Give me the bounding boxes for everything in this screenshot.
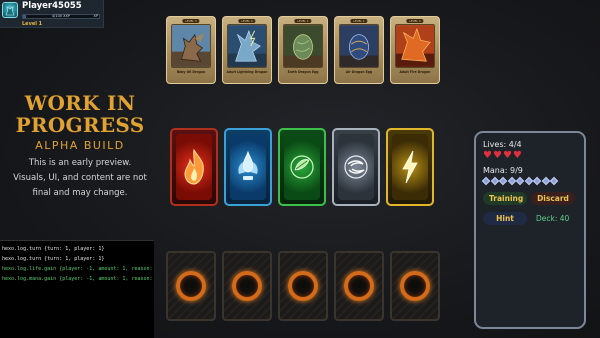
wip-notice: WORK IN PROGRESS ALPHA BUILD This is an …	[10, 92, 150, 201]
element-card-water[interactable]	[224, 128, 272, 206]
water-icon	[238, 150, 258, 180]
empty-card-slot[interactable]	[390, 251, 440, 321]
hand-card[interactable]: LEVEL 1 Air Dragon Egg	[334, 16, 384, 84]
log-line: hexo.log.turn {turn: 1, player: 1}	[2, 246, 105, 252]
player-name: Player45055	[22, 1, 82, 11]
empty-card-slot[interactable]	[334, 251, 384, 321]
mana-gem-icon	[549, 176, 559, 186]
heart-icon: ♥	[512, 150, 522, 161]
game-log: hexo.log.turn {turn: 1, player: 1} hexo.…	[0, 240, 154, 338]
empty-card-slot[interactable]	[166, 251, 216, 321]
mana-gem-icon	[541, 176, 550, 186]
mana-gem-icon	[481, 176, 491, 186]
element-card-lightning[interactable]	[386, 128, 434, 206]
card-level-badge: LEVEL 4	[406, 19, 424, 23]
wip-desc-line1: This is an early preview.	[28, 158, 132, 168]
mana-label: Mana: 9/9	[483, 166, 523, 175]
discard-button[interactable]: Discard	[531, 192, 575, 205]
slot-ring-icon	[288, 271, 318, 301]
lives-hearts: ♥ ♥ ♥ ♥	[483, 151, 577, 161]
element-card-nature[interactable]	[278, 128, 326, 206]
wip-desc-line3: final and may change.	[32, 188, 128, 198]
card-name: Adult Fire Dragon	[399, 70, 431, 74]
card-name: Adult Lightning Dragon	[226, 70, 268, 74]
card-level-badge: LEVEL 3	[182, 19, 200, 23]
empty-card-slot[interactable]	[222, 251, 272, 321]
dragon-art	[171, 24, 211, 68]
log-line: hexo.log.turn {turn: 1, player: 1}	[2, 256, 105, 262]
heart-icon: ♥	[483, 150, 492, 161]
egg-art	[283, 24, 323, 68]
slot-ring-icon	[344, 271, 374, 301]
hint-button[interactable]: Hint	[483, 212, 527, 225]
wip-subtitle: ALPHA BUILD	[35, 139, 125, 152]
card-level-badge: LEVEL 1	[294, 19, 312, 23]
log-line: hexo.log.mana.gain {player: -1, amount: …	[2, 276, 154, 282]
player-avatar[interactable]	[2, 2, 18, 18]
heart-icon: ♥	[492, 150, 502, 161]
card-name: Earth Dragon Egg	[287, 70, 319, 74]
player-panel: Player45055 4/100 XXP XP Level 1	[0, 0, 104, 28]
dragon-avatar-icon	[5, 6, 15, 16]
card-level-badge: LEVEL 4	[238, 19, 256, 23]
log-line: hexo.log.life.gain {player: -1, amount: …	[2, 266, 154, 272]
mana-gem-icon	[532, 176, 542, 186]
lightning-icon	[402, 150, 418, 184]
status-panel: Lives: 4/4 ♥ ♥ ♥ ♥ Mana: 9/9 Training Disca…	[474, 131, 586, 329]
hand-card[interactable]: LEVEL 4 Adult Lightning Dragon	[222, 16, 272, 84]
air-icon	[344, 155, 368, 179]
mana-gem-icon	[524, 176, 533, 186]
deck-count: Deck: 40	[536, 214, 570, 223]
mana-gem-icon	[490, 176, 499, 186]
mana-gems	[481, 176, 577, 186]
dragon-art	[395, 24, 435, 68]
fire-icon	[184, 148, 204, 185]
egg-art	[339, 24, 379, 68]
heart-icon: ♥	[502, 150, 512, 161]
nature-icon	[290, 155, 314, 179]
slot-ring-icon	[232, 271, 262, 301]
empty-card-slot[interactable]	[278, 251, 328, 321]
training-button[interactable]: Training	[483, 192, 527, 205]
lives-label: Lives: 4/4	[483, 140, 522, 149]
element-card-air[interactable]	[332, 128, 380, 206]
wip-desc-line2: Visuals, UI, and content are not	[13, 173, 147, 183]
mana-gem-icon	[507, 176, 516, 186]
xp-label: XP	[93, 14, 98, 18]
slot-ring-icon	[176, 271, 206, 301]
mana-gem-icon	[515, 176, 525, 186]
wip-title-line1: WORK IN	[24, 91, 136, 115]
wip-title-line2: PROGRESS	[15, 113, 145, 137]
hand-card[interactable]: LEVEL 4 Adult Fire Dragon	[390, 16, 440, 84]
dragon-art	[227, 24, 267, 68]
card-level-badge: LEVEL 1	[350, 19, 368, 23]
player-level: Level 1	[22, 21, 43, 27]
wip-description: This is an early preview. Visuals, UI, a…	[10, 156, 150, 201]
mana-gem-icon	[498, 176, 508, 186]
card-name: Air Dragon Egg	[345, 70, 373, 74]
hand-card[interactable]: LEVEL 3 Baby Oil Dragon	[166, 16, 216, 84]
xp-text: 4/100 XXP	[51, 14, 71, 18]
element-card-fire[interactable]	[170, 128, 218, 206]
card-name: Baby Oil Dragon	[176, 70, 206, 74]
slot-ring-icon	[400, 271, 430, 301]
hand-card[interactable]: LEVEL 1 Earth Dragon Egg	[278, 16, 328, 84]
